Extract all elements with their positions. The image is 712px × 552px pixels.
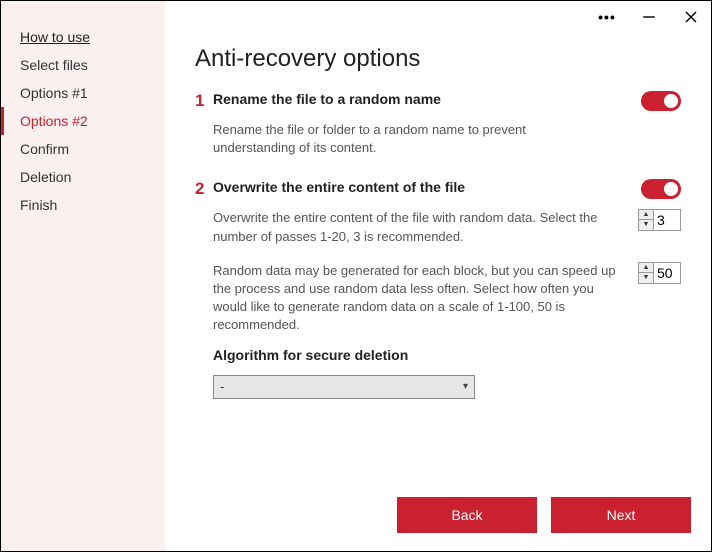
freq-up-button[interactable]: ▲ xyxy=(639,263,653,273)
app-window: How to use Select files Options #1 Optio… xyxy=(0,0,712,552)
minimize-icon xyxy=(642,10,656,24)
section-overwrite: 2 Overwrite the entire content of the fi… xyxy=(195,179,681,398)
main-area: Anti-recovery options 1 Rename the file … xyxy=(165,1,711,551)
page-title: Anti-recovery options xyxy=(195,45,681,73)
chevron-down-icon: ▾ xyxy=(463,381,468,392)
sidebar-item-select-files[interactable]: Select files xyxy=(1,51,165,79)
sidebar: How to use Select files Options #1 Optio… xyxy=(1,1,165,551)
passes-down-button[interactable]: ▼ xyxy=(639,220,653,230)
freq-stepper[interactable]: ▲ ▼ 50 xyxy=(638,262,681,284)
sidebar-item-options-1[interactable]: Options #1 xyxy=(1,79,165,107)
freq-value: 50 xyxy=(654,265,680,281)
section-rename: 1 Rename the file to a random name Renam… xyxy=(195,91,681,157)
toggle-rename[interactable] xyxy=(641,91,681,111)
footer: Back Next xyxy=(165,483,711,551)
overwrite-freq-desc: Random data may be generated for each bl… xyxy=(213,262,638,335)
next-button[interactable]: Next xyxy=(551,497,691,533)
freq-down-button[interactable]: ▼ xyxy=(639,273,653,283)
minimize-button[interactable] xyxy=(637,5,661,29)
section-title-rename: Rename the file to a random name xyxy=(213,91,681,107)
sidebar-item-finish[interactable]: Finish xyxy=(1,191,165,219)
sidebar-item-confirm[interactable]: Confirm xyxy=(1,135,165,163)
toggle-overwrite[interactable] xyxy=(641,179,681,199)
algorithm-label: Algorithm for secure deletion xyxy=(213,347,681,363)
section-number-2: 2 xyxy=(195,179,213,199)
passes-up-button[interactable]: ▲ xyxy=(639,210,653,220)
overwrite-passes-desc: Overwrite the entire content of the file… xyxy=(213,209,638,245)
passes-value: 3 xyxy=(654,212,680,228)
sidebar-item-deletion[interactable]: Deletion xyxy=(1,163,165,191)
more-icon[interactable] xyxy=(595,5,619,29)
sidebar-item-options-2[interactable]: Options #2 xyxy=(1,107,165,135)
algorithm-select[interactable]: - ▾ xyxy=(213,375,475,399)
close-button[interactable] xyxy=(679,5,703,29)
close-icon xyxy=(685,11,697,23)
algorithm-selected-value: - xyxy=(220,379,224,394)
sidebar-item-how-to-use[interactable]: How to use xyxy=(1,23,165,51)
section-desc-rename: Rename the file or folder to a random na… xyxy=(213,121,681,157)
section-title-overwrite: Overwrite the entire content of the file xyxy=(213,179,681,195)
titlebar xyxy=(165,1,711,33)
content: Anti-recovery options 1 Rename the file … xyxy=(165,33,711,483)
back-button[interactable]: Back xyxy=(397,497,537,533)
section-number-1: 1 xyxy=(195,91,213,111)
passes-stepper[interactable]: ▲ ▼ 3 xyxy=(638,209,681,231)
